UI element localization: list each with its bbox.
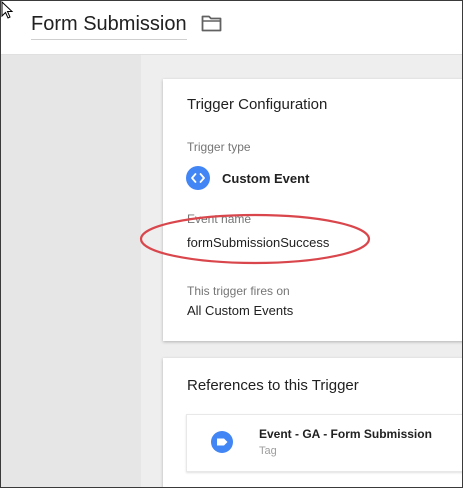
trigger-name-field[interactable]: Form Submission (31, 11, 187, 40)
trigger-configuration-heading: Trigger Configuration (187, 96, 328, 113)
trigger-type-value: Custom Event (222, 171, 310, 186)
mouse-cursor-icon (1, 1, 14, 19)
reference-item[interactable]: Event - GA - Form Submission Tag (186, 414, 462, 472)
left-panel-background (1, 55, 141, 487)
tag-icon (211, 431, 233, 453)
fires-on-value: All Custom Events (187, 303, 294, 318)
reference-type: Tag (259, 445, 277, 457)
code-brackets-icon (186, 166, 210, 190)
fires-on-label: This trigger fires on (187, 284, 290, 298)
trigger-type-label: Trigger type (187, 140, 251, 154)
references-heading: References to this Trigger (187, 377, 359, 394)
reference-name: Event - GA - Form Submission (259, 427, 432, 441)
folder-icon[interactable] (201, 14, 222, 32)
trigger-header: Form Submission (1, 1, 462, 55)
references-card: References to this Trigger Event - GA - … (163, 358, 462, 487)
highlight-ellipse (139, 213, 371, 265)
trigger-configuration-card[interactable]: Trigger Configuration Trigger type Custo… (163, 79, 462, 341)
window-frame: Form Submission Trigger Configuration Tr… (0, 0, 463, 488)
